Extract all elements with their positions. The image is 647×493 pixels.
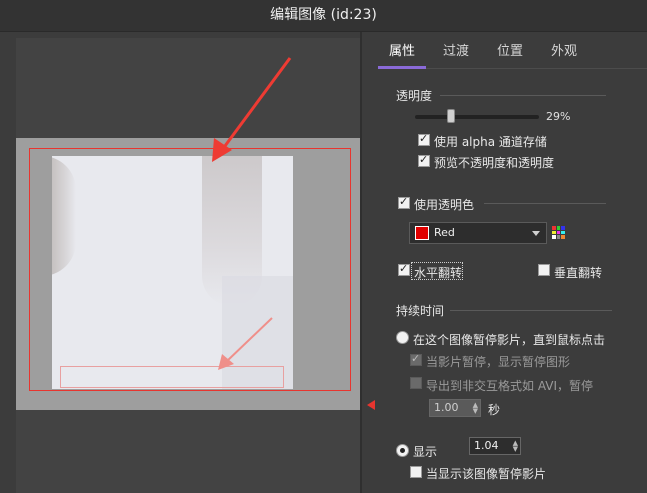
flip-vertical-label: 垂直翻转 xyxy=(554,266,603,280)
duration-label: 持续时间 xyxy=(396,304,445,318)
preview-opacity-checkbox[interactable] xyxy=(418,153,430,167)
flip-vertical-checkbox[interactable] xyxy=(538,264,550,276)
export-pause-seconds-input[interactable]: 1.00 ▲ ▼ xyxy=(429,399,481,417)
transparent-color-label: 使用透明色 xyxy=(414,198,475,212)
image-hair-region xyxy=(52,156,76,276)
opacity-slider-track[interactable] xyxy=(415,115,539,119)
display-label: 显示 xyxy=(413,445,438,459)
use-alpha-label: 使用 alpha 通道存储 xyxy=(434,135,547,149)
display-seconds-input[interactable]: 1.04 ▲ ▼ xyxy=(469,437,521,455)
opacity-slider-thumb[interactable] xyxy=(446,109,455,123)
pause-until-click-label: 在这个图像暂停影片，直到鼠标点击 xyxy=(413,333,606,347)
color-swatch xyxy=(415,226,429,240)
when-display-pause-label: 当显示该图像暂停影片 xyxy=(426,467,547,481)
opacity-value: 29% xyxy=(546,110,571,123)
spinner-arrows-icon[interactable]: ▲ ▼ xyxy=(513,440,518,453)
seconds-unit: 秒 xyxy=(488,403,501,417)
tab-position[interactable]: 位置 xyxy=(492,40,528,68)
transparent-color-select[interactable]: Red xyxy=(409,222,547,244)
inner-bounds-frame xyxy=(60,366,284,388)
position-marker-icon xyxy=(367,400,375,410)
display-seconds-value: 1.04 xyxy=(474,439,499,452)
tab-properties[interactable]: 属性 xyxy=(378,40,426,68)
pane-splitter[interactable] xyxy=(360,32,362,493)
pause-until-click-radio[interactable] xyxy=(396,331,409,344)
show-pause-graphic-label: 当影片暂停，显示暂停图形 xyxy=(426,355,571,369)
export-pause-label: 导出到非交互格式如 AVI，暂停 xyxy=(426,379,594,393)
flip-horizontal-label: 水平翻转 xyxy=(414,266,463,280)
opacity-label: 透明度 xyxy=(396,89,433,103)
transparent-section-rule xyxy=(484,203,606,204)
spinner-arrows-icon[interactable]: ▲ ▼ xyxy=(473,402,478,415)
tab-bar: 属性 过渡 位置 外观 xyxy=(378,40,647,68)
show-pause-graphic-checkbox[interactable] xyxy=(410,352,422,366)
chevron-down-icon xyxy=(532,231,540,236)
opacity-section-rule xyxy=(440,95,606,96)
flip-horizontal-checkbox[interactable] xyxy=(398,262,410,276)
export-pause-checkbox[interactable] xyxy=(410,377,422,389)
preview-image[interactable] xyxy=(52,156,293,389)
selected-color-text: Red xyxy=(434,226,455,239)
display-radio[interactable] xyxy=(396,444,409,457)
window-title: 编辑图像 (id:23) xyxy=(0,0,647,32)
export-pause-seconds-value: 1.00 xyxy=(434,401,459,414)
active-tab-indicator xyxy=(378,66,426,69)
preview-opacity-label: 预览不透明度和透明度 xyxy=(434,156,555,170)
tab-transition[interactable]: 过渡 xyxy=(438,40,474,68)
duration-section-rule xyxy=(450,310,612,311)
when-display-pause-checkbox[interactable] xyxy=(410,466,422,478)
use-alpha-checkbox[interactable] xyxy=(418,132,430,146)
transparent-color-checkbox[interactable] xyxy=(398,195,410,209)
color-palette-icon[interactable] xyxy=(552,226,565,239)
tab-appearance[interactable]: 外观 xyxy=(546,40,582,68)
